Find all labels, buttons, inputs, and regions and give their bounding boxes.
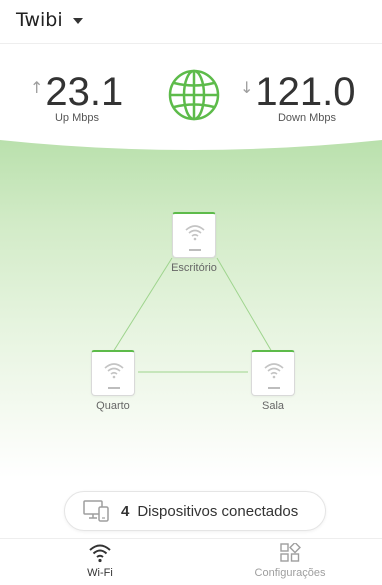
- mesh-node-quarto[interactable]: Quarto: [73, 350, 153, 412]
- upload-speed: ↑ 23.1 Up Mbps: [30, 72, 130, 124]
- mesh-node-label: Escritório: [171, 262, 217, 274]
- router-icon: [172, 212, 216, 258]
- network-name: Twibi: [16, 9, 63, 31]
- device-count: 4: [121, 502, 130, 520]
- router-icon: [91, 350, 135, 396]
- bottom-nav: Wi-Fi Configurações: [0, 538, 382, 585]
- nav-wifi-label: Wi-Fi: [87, 567, 113, 579]
- globe-icon[interactable]: [167, 68, 221, 122]
- map-top-curve: [0, 138, 382, 150]
- caret-down-icon: [72, 18, 83, 24]
- nav-settings[interactable]: Configurações: [230, 543, 350, 579]
- mesh-node-label: Quarto: [96, 400, 130, 412]
- network-selector[interactable]: Twibi: [16, 7, 83, 33]
- apps-grid-icon: [280, 543, 301, 562]
- devices-icon: [83, 500, 109, 522]
- download-speed-value: 121.0: [255, 70, 356, 114]
- mesh-node-label: Sala: [261, 400, 285, 412]
- wifi-icon: [89, 544, 111, 563]
- upload-speed-value: 23.1: [45, 70, 124, 114]
- nav-wifi[interactable]: Wi-Fi: [40, 543, 160, 579]
- router-icon: [251, 350, 295, 396]
- upload-arrow-icon: ↑: [30, 78, 44, 97]
- nav-settings-label: Configurações: [254, 567, 326, 579]
- device-label: Dispositivos conectados: [137, 502, 299, 520]
- mesh-map: [0, 138, 382, 478]
- connected-devices-button[interactable]: 4 Dispositivos conectados: [64, 491, 326, 531]
- speed-panel: ↑ 23.1 Up Mbps ↓ 121.0 Down Mbps: [0, 44, 382, 144]
- mesh-node-escritorio[interactable]: Escritório: [154, 212, 234, 274]
- mesh-node-sala[interactable]: Sala: [233, 350, 313, 412]
- download-arrow-icon: ↓: [240, 78, 254, 97]
- download-speed: ↓ 121.0 Down Mbps: [240, 72, 365, 124]
- top-bar: Twibi: [0, 0, 382, 44]
